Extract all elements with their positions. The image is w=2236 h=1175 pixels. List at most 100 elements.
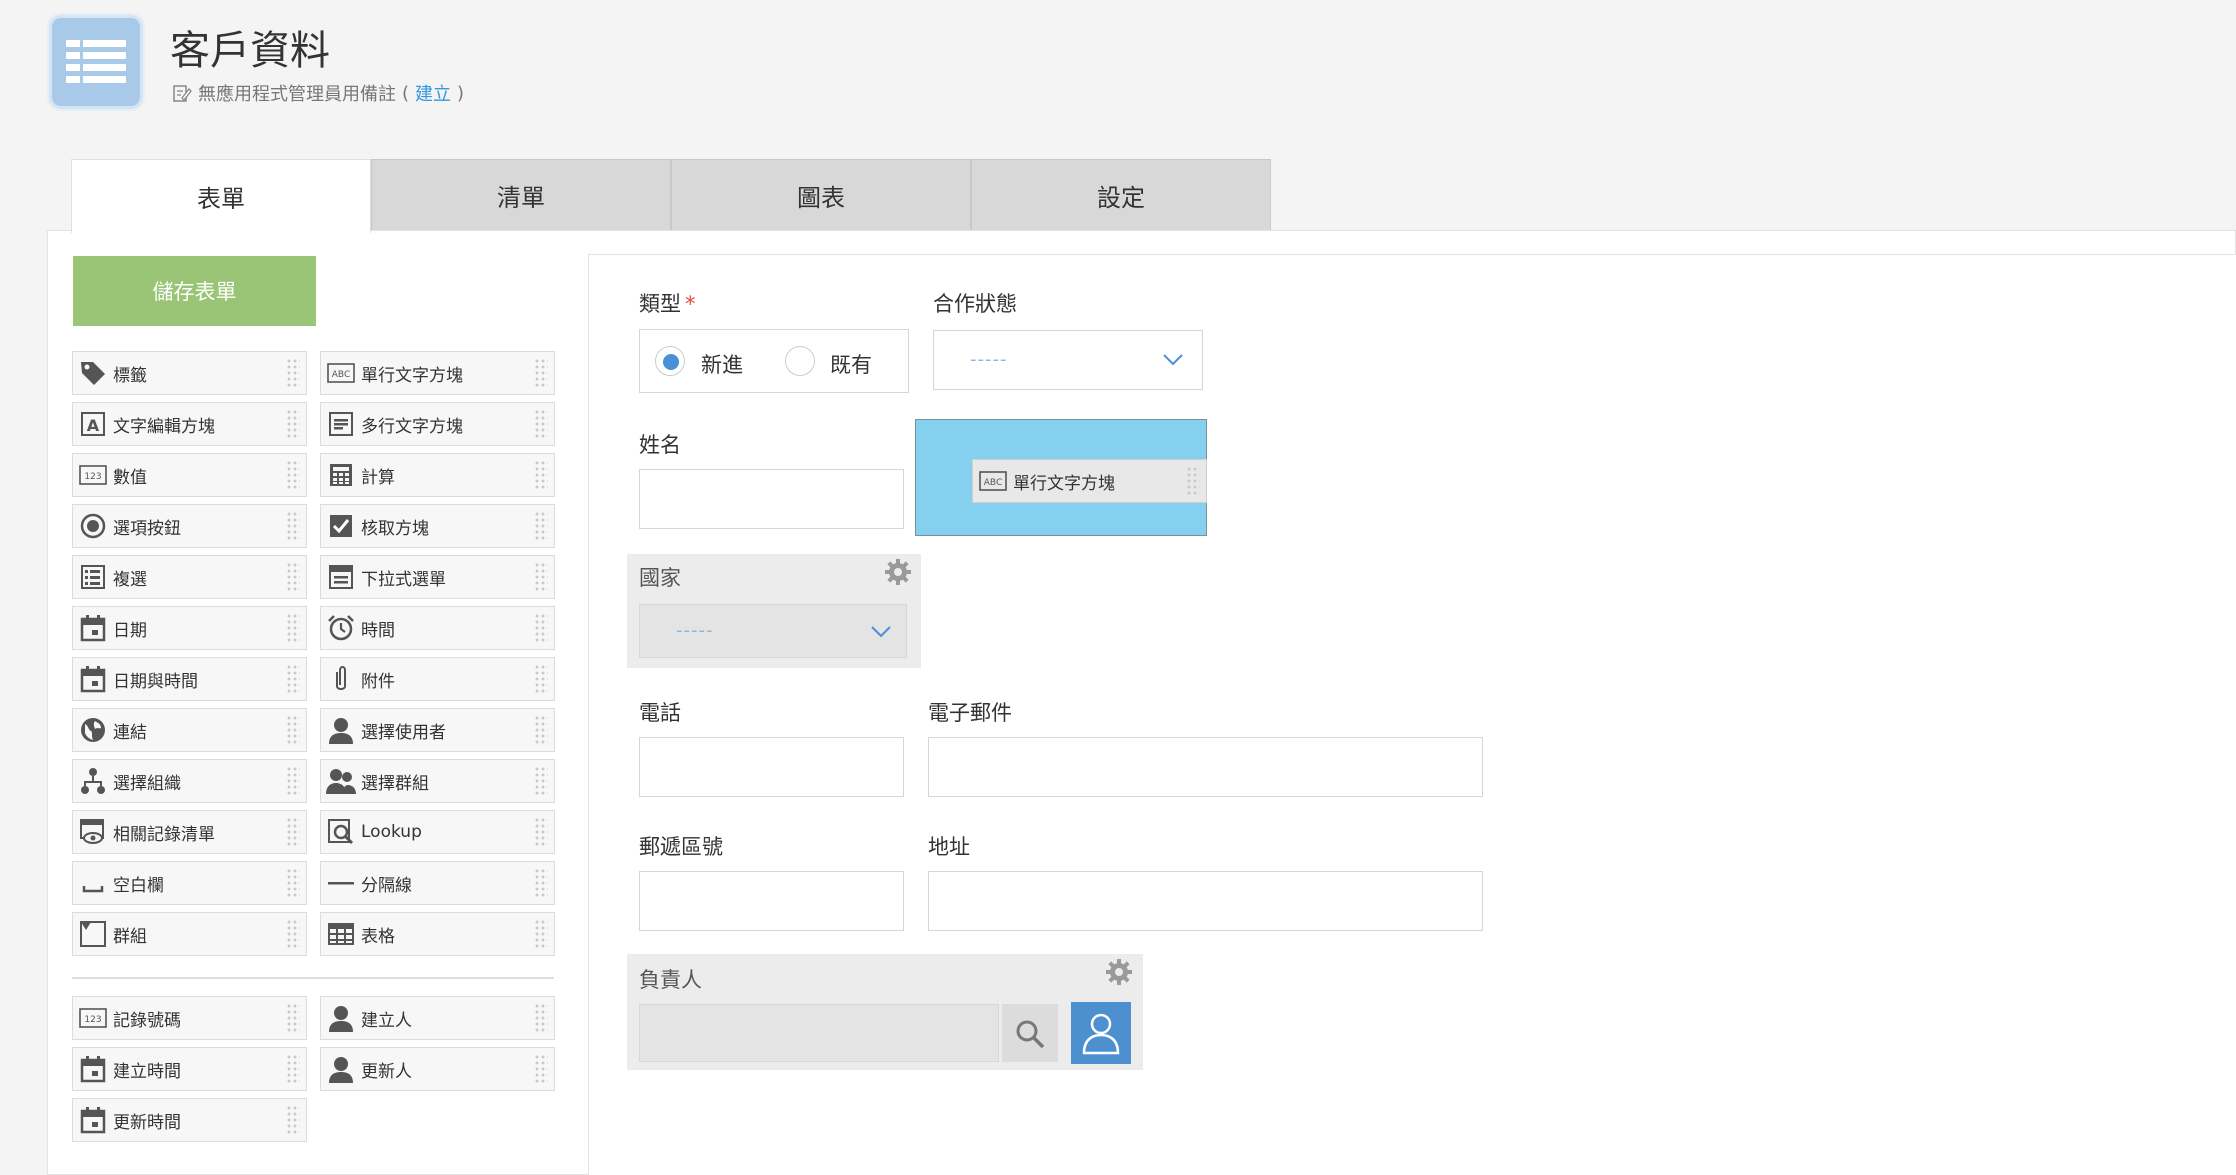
palette-item[interactable]: 建立時間 <box>72 1047 307 1091</box>
name-input[interactable] <box>639 469 904 529</box>
tab-form[interactable]: 表單 <box>71 159 371 233</box>
country-field-box[interactable]: 國家 ----- <box>627 554 921 668</box>
dragging-field-single-line-text[interactable]: ABC 單行文字方塊 <box>972 459 1207 503</box>
drag-handle-icon[interactable] <box>534 715 548 745</box>
drag-handle-icon[interactable] <box>534 817 548 847</box>
palette-item[interactable]: 選項按鈕 <box>72 504 307 548</box>
tab-settings[interactable]: 設定 <box>971 159 1271 231</box>
owner-user-select-button[interactable] <box>1071 1002 1131 1064</box>
radio-existing[interactable] <box>785 346 815 376</box>
memo-create-link[interactable]: 建立 <box>415 80 451 106</box>
drag-handle-icon[interactable] <box>534 1003 548 1033</box>
palette-item[interactable]: A 文字編輯方塊 <box>72 402 307 446</box>
palette-item[interactable]: 多行文字方塊 <box>320 402 555 446</box>
drag-handle-icon[interactable] <box>534 766 548 796</box>
palette-item-label: 選擇使用者 <box>361 722 446 743</box>
drag-handle-icon[interactable] <box>534 868 548 898</box>
palette-item[interactable]: 更新人 <box>320 1047 555 1091</box>
drag-handle-icon[interactable] <box>534 613 548 643</box>
radio-new[interactable] <box>655 346 685 376</box>
lookup-icon <box>321 811 361 853</box>
palette-item[interactable]: 建立人 <box>320 996 555 1040</box>
palette-item[interactable]: 日期與時間 <box>72 657 307 701</box>
status-select[interactable]: ----- <box>933 330 1203 390</box>
drag-handle-icon[interactable] <box>286 868 300 898</box>
phone-input[interactable] <box>639 737 904 797</box>
palette-item-label: 附件 <box>361 671 395 692</box>
drag-handle-icon[interactable] <box>286 460 300 490</box>
palette-item[interactable]: 空白欄 <box>72 861 307 905</box>
palette-item[interactable]: 複選 <box>72 555 307 599</box>
gear-icon[interactable] <box>883 557 913 587</box>
drag-handle-icon[interactable] <box>534 460 548 490</box>
palette-item[interactable]: 標籤 <box>72 351 307 395</box>
palette-item[interactable]: Lookup <box>320 810 555 854</box>
palette-item-label: 群組 <box>113 926 147 947</box>
drag-handle-icon[interactable] <box>286 613 300 643</box>
palette-item[interactable]: 附件 <box>320 657 555 701</box>
drag-handle-icon[interactable] <box>1186 466 1200 496</box>
palette-item[interactable]: 選擇群組 <box>320 759 555 803</box>
group-field-icon <box>73 913 113 955</box>
drag-handle-icon[interactable] <box>286 766 300 796</box>
gear-icon[interactable] <box>1104 957 1134 987</box>
email-input[interactable] <box>928 737 1483 797</box>
country-select[interactable]: ----- <box>639 604 907 658</box>
globe-icon <box>73 709 113 751</box>
palette-item[interactable]: 時間 <box>320 606 555 650</box>
drag-handle-icon[interactable] <box>286 715 300 745</box>
drag-handle-icon[interactable] <box>534 409 548 439</box>
owner-field-box[interactable]: 負責人 <box>627 954 1143 1070</box>
palette-item[interactable]: 日期 <box>72 606 307 650</box>
drag-handle-icon[interactable] <box>534 511 548 541</box>
palette-divider <box>72 977 554 979</box>
drag-handle-icon[interactable] <box>534 562 548 592</box>
drag-handle-icon[interactable] <box>286 1054 300 1084</box>
type-radio-group: 新進 既有 <box>639 329 909 393</box>
rich-text-icon: A <box>73 403 113 445</box>
drag-handle-icon[interactable] <box>286 664 300 694</box>
zip-input[interactable] <box>639 871 904 931</box>
tab-list[interactable]: 清單 <box>371 159 671 231</box>
palette-item[interactable]: 相關記錄清單 <box>72 810 307 854</box>
drag-handle-icon[interactable] <box>286 358 300 388</box>
palette-item-label: 日期與時間 <box>113 671 198 692</box>
address-input[interactable] <box>928 871 1483 931</box>
drag-handle-icon[interactable] <box>286 409 300 439</box>
palette-item-label: 記錄號碼 <box>113 1010 181 1031</box>
palette-item[interactable]: 表格 <box>320 912 555 956</box>
palette-item[interactable]: 連結 <box>72 708 307 752</box>
palette-item[interactable]: ABC 單行文字方塊 <box>320 351 555 395</box>
palette-item-label: 選擇群組 <box>361 773 429 794</box>
drag-handle-icon[interactable] <box>534 1054 548 1084</box>
owner-search-button[interactable] <box>1002 1004 1058 1062</box>
palette-item[interactable]: 分隔線 <box>320 861 555 905</box>
palette-item[interactable]: 選擇使用者 <box>320 708 555 752</box>
palette-item[interactable]: 更新時間 <box>72 1098 307 1142</box>
palette-item[interactable]: 123 記錄號碼 <box>72 996 307 1040</box>
palette-item[interactable]: 核取方塊 <box>320 504 555 548</box>
drag-handle-icon[interactable] <box>286 1105 300 1135</box>
calendar-icon <box>73 1048 113 1090</box>
drag-handle-icon[interactable] <box>534 919 548 949</box>
radio-new-label: 新進 <box>701 353 743 377</box>
drag-handle-icon[interactable] <box>286 511 300 541</box>
drag-handle-icon[interactable] <box>534 358 548 388</box>
dragging-field-label: 單行文字方塊 <box>1013 473 1115 494</box>
palette-item[interactable]: 下拉式選單 <box>320 555 555 599</box>
drag-handle-icon[interactable] <box>286 817 300 847</box>
user-icon <box>321 997 361 1039</box>
palette-item-label: 計算 <box>361 467 395 488</box>
palette-item[interactable]: 123 數值 <box>72 453 307 497</box>
drag-handle-icon[interactable] <box>286 1003 300 1033</box>
drag-handle-icon[interactable] <box>286 562 300 592</box>
tab-chart[interactable]: 圖表 <box>671 159 971 231</box>
palette-item[interactable]: 選擇組織 <box>72 759 307 803</box>
palette-item[interactable]: 計算 <box>320 453 555 497</box>
palette-item[interactable]: 群組 <box>72 912 307 956</box>
owner-user-input[interactable] <box>639 1004 999 1062</box>
drag-handle-icon[interactable] <box>286 919 300 949</box>
palette-item-label: 下拉式選單 <box>361 569 446 590</box>
save-form-button[interactable]: 儲存表單 <box>73 256 316 326</box>
drag-handle-icon[interactable] <box>534 664 548 694</box>
